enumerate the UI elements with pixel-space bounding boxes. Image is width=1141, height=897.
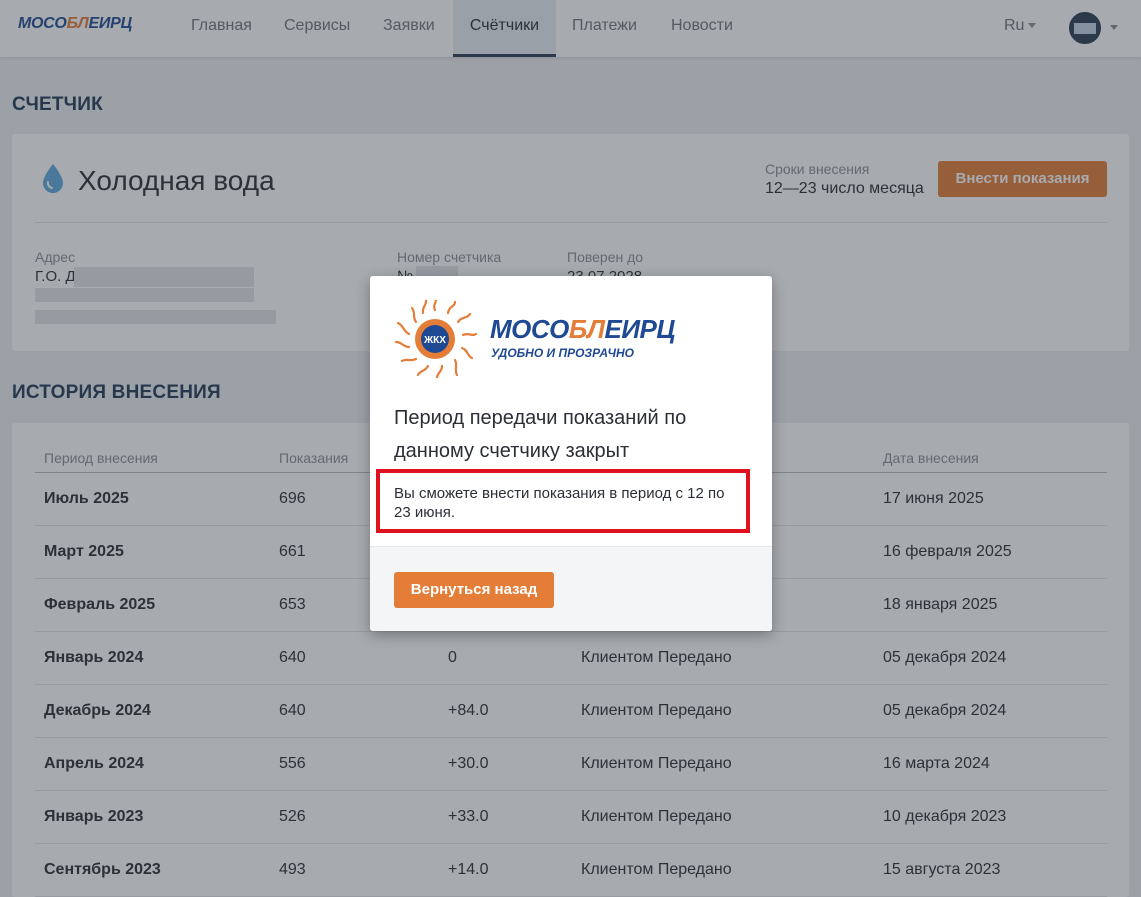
period-closed-modal: ЖКХ МОСОБЛЕИРЦ УДОБНО И ПРОЗРАЧНО Период… — [370, 276, 772, 631]
svg-text:ЖКХ: ЖКХ — [423, 335, 446, 346]
modal-brand-tagline: УДОБНО И ПРОЗРАЧНО — [491, 346, 634, 360]
sun-logo-icon: ЖКХ — [394, 300, 478, 378]
back-button[interactable]: Вернуться назад — [394, 572, 554, 608]
modal-title: Период передачи показаний по данному сче… — [394, 407, 687, 462]
modal-note: Вы сможете внести показания в период с 1… — [394, 485, 725, 521]
modal-brand-logo: МОСОБЛЕИРЦ — [490, 314, 675, 344]
modal-footer: Вернуться назад — [370, 546, 772, 631]
